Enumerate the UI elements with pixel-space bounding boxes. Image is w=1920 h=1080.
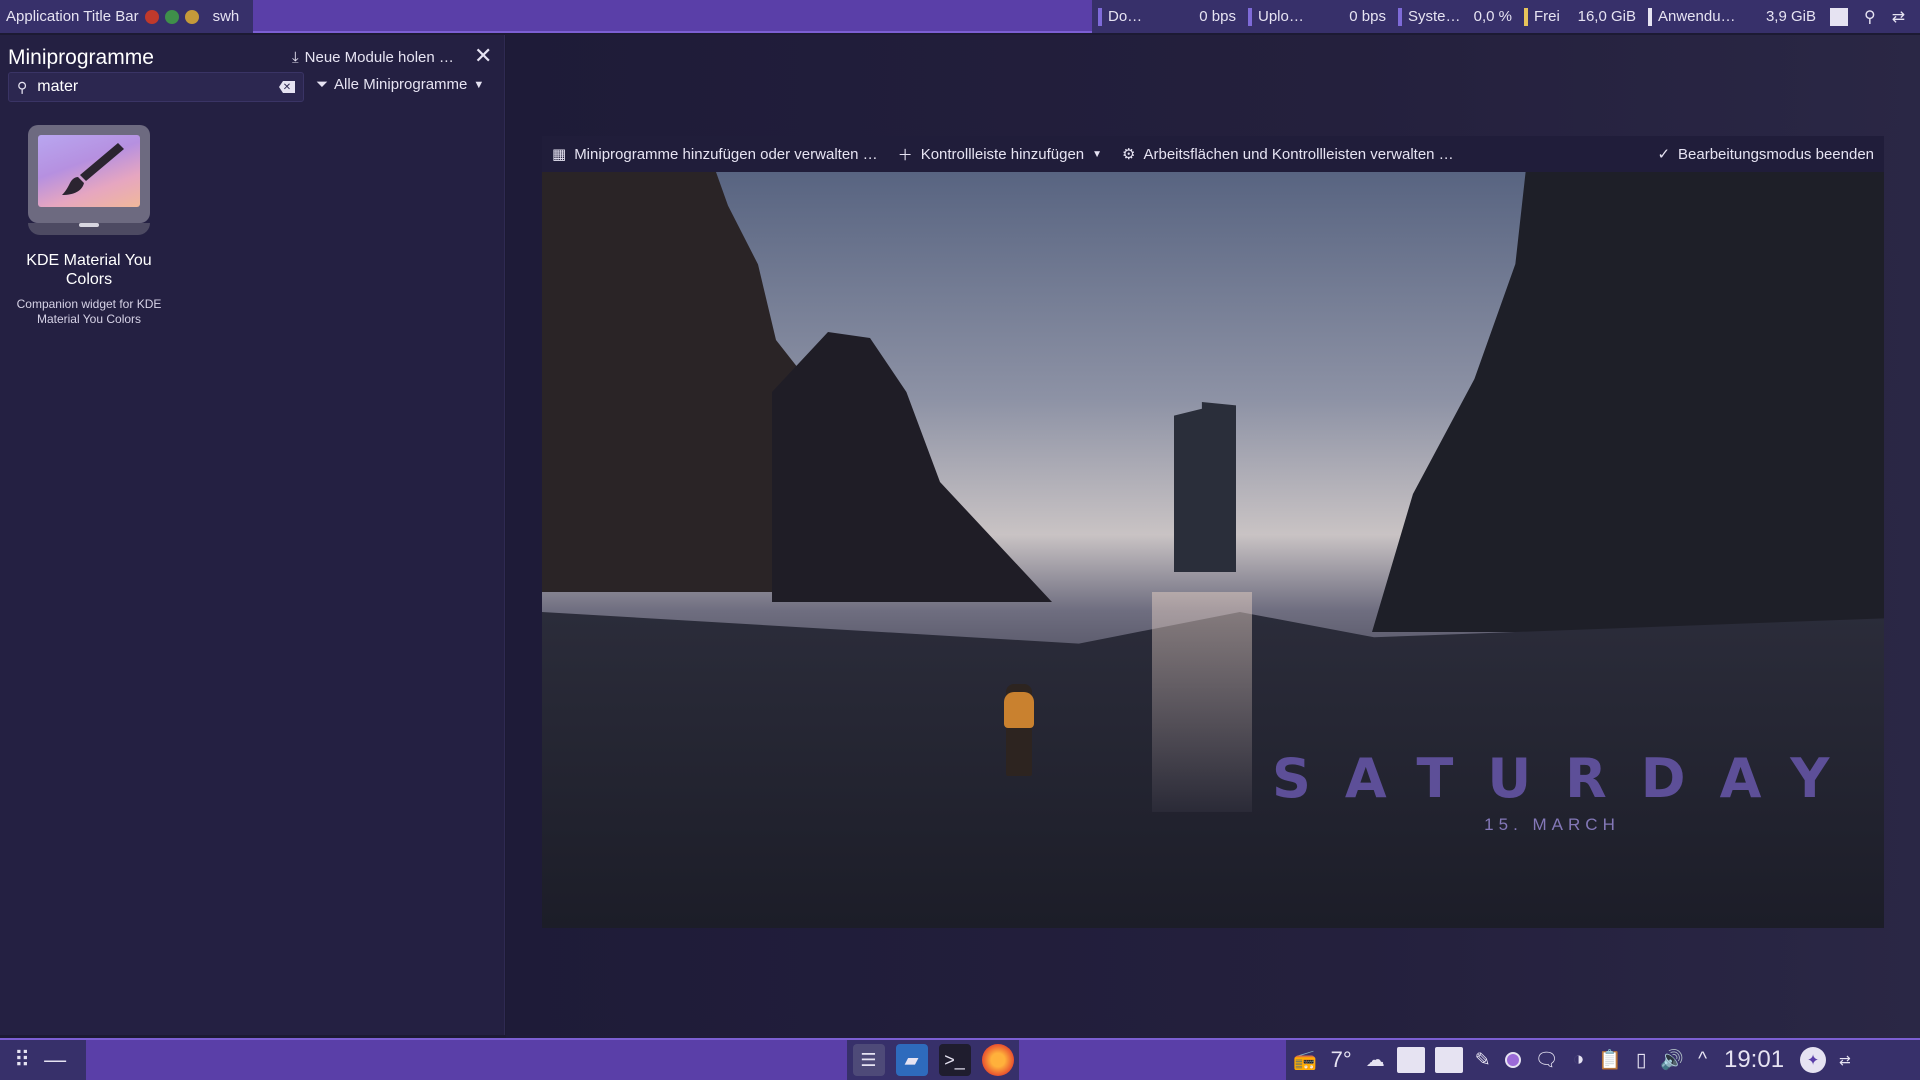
sidebar-title: Miniprogramme bbox=[8, 46, 154, 69]
monitor-download[interactable]: Do… 0 bps bbox=[1092, 0, 1242, 33]
system-tray: 📻 7° ☁ ✎ 🗨 ◑ 📋 ▯ 🔊 ^ 19:01 ✦ ⇄ bbox=[1286, 1040, 1920, 1080]
plus-icon: ＋ bbox=[897, 146, 913, 164]
firefox-app-icon[interactable] bbox=[981, 1044, 1014, 1076]
filter-icon: ⏷ bbox=[316, 76, 329, 93]
clock[interactable]: 19:01 bbox=[1724, 1046, 1784, 1074]
task-manager: ☰ ▰ >_ bbox=[847, 1040, 1019, 1080]
minimize-window-button[interactable] bbox=[164, 9, 179, 24]
right-cliff bbox=[1372, 172, 1884, 632]
widget-description: Companion widget for KDE Material You Co… bbox=[16, 297, 162, 326]
bottom-panel: ⠿ — ☰ ▰ >_ 📻 7° ☁ ✎ 🗨 ◑ 📋 ▯ 🔊 ^ 19:01 ✦ … bbox=[0, 1038, 1920, 1080]
temperature-label[interactable]: 7° bbox=[1331, 1047, 1352, 1073]
radio-icon[interactable]: 📻 bbox=[1293, 1048, 1317, 1072]
wallpaper-preview: SATURDAY 15. MARCH bbox=[542, 172, 1884, 928]
monitor-free-memory[interactable]: Frei 16,0 GiB bbox=[1518, 0, 1642, 33]
monitor-app-memory[interactable]: Anwendu… 3,9 GiB bbox=[1642, 0, 1822, 33]
launcher-zone: ⠿ — bbox=[0, 1040, 86, 1080]
add-panel-button[interactable]: ＋ Kontrollleiste hinzufügen ▼ bbox=[888, 144, 1112, 165]
widgets-icon: ▦ bbox=[552, 146, 567, 163]
monitor-upload[interactable]: Uplo… 0 bps bbox=[1242, 0, 1392, 33]
clipboard-icon[interactable]: 📋 bbox=[1598, 1048, 1622, 1072]
system-monitor-applets: Do… 0 bps Uplo… 0 bps Syste… 0,0 % Frei 16,0… bbox=[1092, 0, 1920, 33]
widget-item[interactable]: KDE Material You Colors Companion widget… bbox=[8, 125, 170, 327]
chevron-down-icon: ▼ bbox=[473, 78, 485, 91]
device-icon[interactable]: ▯ bbox=[1636, 1049, 1646, 1072]
left-rock bbox=[772, 332, 1052, 602]
panel-settings-icon[interactable]: ⇄ bbox=[1839, 1052, 1851, 1069]
checkmark-icon: ✓ bbox=[1657, 146, 1671, 163]
filter-label: Alle Miniprogramme bbox=[334, 76, 468, 93]
search-icon[interactable]: ⚲ bbox=[1864, 7, 1876, 27]
close-window-button[interactable] bbox=[144, 9, 159, 24]
application-title-bar[interactable]: Application Title Bar swh bbox=[0, 0, 253, 33]
maximize-window-button[interactable] bbox=[184, 9, 199, 24]
day-of-week-text: SATURDAY bbox=[1272, 747, 1864, 810]
notifications-icon[interactable]: 🗨 bbox=[1535, 1048, 1559, 1072]
download-icon: ⤓ bbox=[292, 49, 299, 66]
close-icon[interactable]: ✕ bbox=[474, 43, 492, 69]
vpn-icon[interactable]: ◑ bbox=[1573, 1049, 1584, 1071]
edit-mode-toolbar: ▦ Miniprogramme hinzufügen oder verwalte… bbox=[542, 136, 1884, 172]
monitor-cpu[interactable]: Syste… 0,0 % bbox=[1392, 0, 1518, 33]
terminal-app-icon[interactable]: >_ bbox=[938, 1044, 971, 1076]
panel-settings-icon[interactable]: ⇄ bbox=[1892, 7, 1905, 27]
gear-icon: ⚙ bbox=[1122, 146, 1136, 163]
filter-dropdown[interactable]: ⏷ Alle Miniprogramme ▼ bbox=[316, 76, 484, 93]
tray-square-applet[interactable] bbox=[1396, 1047, 1425, 1073]
top-panel: Application Title Bar swh Do… 0 bps Uplo…… bbox=[0, 0, 1920, 33]
window-title: Application Title Bar bbox=[6, 8, 139, 25]
widget-name: KDE Material You Colors bbox=[26, 252, 152, 288]
end-edit-mode-button[interactable]: ✓ Bearbeitungsmodus beenden bbox=[1647, 145, 1884, 164]
volume-icon[interactable]: 🔊 bbox=[1660, 1048, 1684, 1072]
paintbrush-icon bbox=[62, 143, 124, 195]
get-new-modules-button[interactable]: ⤓ Neue Module holen … bbox=[292, 49, 454, 66]
file-manager-app-icon[interactable]: ▰ bbox=[895, 1044, 928, 1076]
pen-icon[interactable]: ✎ bbox=[1475, 1049, 1491, 1072]
user-logo-icon[interactable]: ✦ bbox=[1800, 1047, 1827, 1073]
search-box: ⚲ ✕ bbox=[8, 72, 304, 102]
clear-search-icon[interactable]: ✕ bbox=[279, 81, 295, 93]
tray-square-applet-2[interactable] bbox=[1434, 1047, 1463, 1073]
panel-square-applet[interactable] bbox=[1830, 7, 1848, 26]
search-input[interactable] bbox=[37, 78, 279, 96]
workspace-label: swh bbox=[212, 8, 240, 25]
date-text: 15. MARCH bbox=[1484, 815, 1620, 834]
widget-explorer: Miniprogramme ⤓ Neue Module holen … ✕ ⚲ … bbox=[0, 35, 505, 1035]
get-new-modules-label: Neue Module holen … bbox=[304, 49, 454, 66]
water-reflection bbox=[1152, 592, 1252, 812]
minimize-icon[interactable]: — bbox=[44, 1047, 66, 1073]
chevron-down-icon: ▼ bbox=[1092, 148, 1103, 160]
manage-desktops-button[interactable]: ⚙ Arbeitsflächen und Kontrollleisten ver… bbox=[1112, 145, 1464, 164]
weather-cloud-icon[interactable]: ☁ bbox=[1366, 1049, 1385, 1072]
person-jacket bbox=[1004, 692, 1034, 728]
app-grid-icon[interactable]: ⠿ bbox=[14, 1047, 30, 1073]
search-icon: ⚲ bbox=[17, 78, 28, 95]
color-picker-icon[interactable] bbox=[1504, 1052, 1521, 1068]
manage-widgets-button[interactable]: ▦ Miniprogramme hinzufügen oder verwalte… bbox=[542, 145, 888, 164]
tray-expand-icon[interactable]: ^ bbox=[1698, 1049, 1707, 1071]
monolith bbox=[1174, 402, 1236, 572]
widget-thumbnail bbox=[28, 125, 150, 235]
settings-app-icon[interactable]: ☰ bbox=[852, 1044, 885, 1076]
